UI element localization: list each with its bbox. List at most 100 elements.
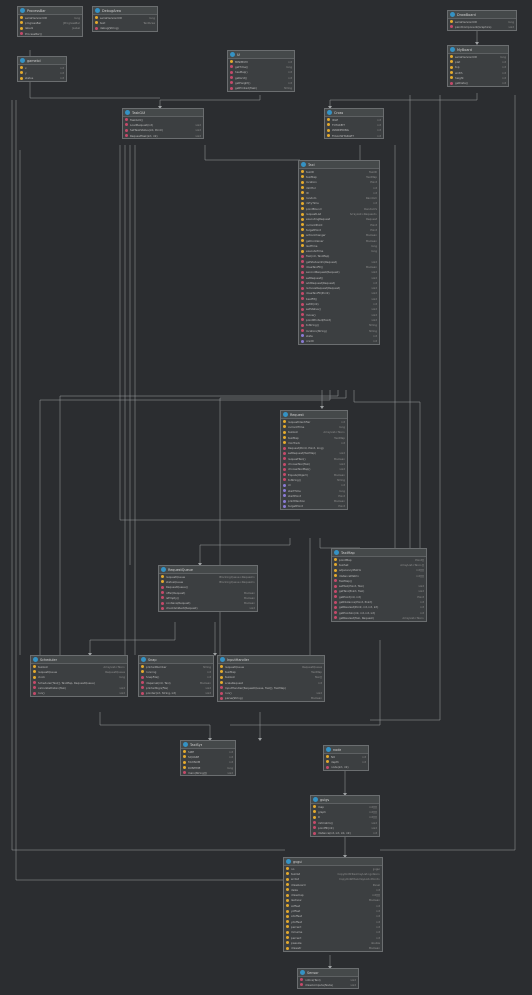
class-header[interactable]: RequestQueue xyxy=(159,566,257,574)
member-row[interactable]: requestQueue BlockingQueue<Request> xyxy=(159,574,257,579)
class-box-taximap[interactable]: TaxiMap pointMap Point[] taxiSet ArrayList<T… xyxy=(331,548,427,622)
member-row[interactable]: depth int xyxy=(324,759,368,764)
member-row[interactable]: requestQueue RequestQueue xyxy=(218,664,324,669)
member-row[interactable]: calculateDistan(Taxi) void xyxy=(31,685,127,690)
member-row[interactable]: doseTaxiFit(Point) void xyxy=(299,291,379,296)
class-header[interactable]: TaxiSys xyxy=(181,741,235,749)
member-row[interactable]: requestIdentifier int xyxy=(281,419,347,424)
member-row[interactable]: setID(int) int xyxy=(299,301,379,306)
class-header[interactable]: node xyxy=(324,746,368,754)
member-row[interactable]: bestFit() void xyxy=(299,296,379,301)
member-row[interactable]: plat int xyxy=(448,59,508,64)
class-box-requestqueue[interactable]: RequestQueue requestQueue BlockingQueue<Re… xyxy=(158,565,258,613)
member-row[interactable]: xdoffset int xyxy=(284,914,382,919)
member-row[interactable]: pointBound RandomS xyxy=(299,206,379,211)
class-box-taxi[interactable]: Taxi taxiID TaxiID taxiMap TaxiMap location Po… xyxy=(298,160,380,345)
member-row[interactable]: WANDERING int xyxy=(325,128,383,133)
member-row[interactable]: serialVersionUID long xyxy=(18,15,82,20)
member-row[interactable]: offer(Request) Boolean xyxy=(159,590,257,595)
class-box-processbar[interactable]: ProcessBar serialVersionUID long progressBa… xyxy=(17,6,83,38)
member-row[interactable]: percent int xyxy=(284,924,382,929)
member-row[interactable]: TAXINUM int xyxy=(181,760,235,765)
member-row[interactable]: executingRequest Request xyxy=(299,217,379,222)
member-row[interactable]: Dint[][] xyxy=(311,815,379,820)
class-box-ui[interactable]: UI MINIMUM int getTime() long hasMap() int getG… xyxy=(227,50,295,92)
class-header[interactable]: Sensor xyxy=(298,969,358,977)
member-row[interactable]: serialVersionUID long xyxy=(448,54,508,59)
member-row[interactable]: TaxiMap() xyxy=(332,578,426,583)
member-row[interactable]: InputHandler(RequestQueue, Taxi[], TaxiM… xyxy=(218,685,324,690)
member-row[interactable]: width int xyxy=(448,70,508,75)
class-box-cross[interactable]: Cross IDLE int TOTAKEIT int WANDERING int FOLLO… xyxy=(324,108,384,140)
member-row[interactable]: no gvgui xyxy=(284,866,382,871)
member-row[interactable]: pwssize double xyxy=(284,940,382,945)
member-row[interactable]: run() void xyxy=(31,690,127,695)
member-row[interactable]: NO int xyxy=(324,754,368,759)
class-header[interactable]: DebugArea xyxy=(93,7,157,15)
class-box-node[interactable]: node NO int depth int node(int, int) xyxy=(323,745,369,771)
class-header[interactable]: gvgui xyxy=(284,858,382,866)
member-row[interactable]: statusQueue BlockingQueue<Request> xyxy=(159,579,257,584)
member-row[interactable]: move() void xyxy=(299,312,379,317)
member-row[interactable]: ydoffset int xyxy=(284,919,382,924)
member-row[interactable]: pointMap Point[] xyxy=(332,557,426,562)
member-row[interactable]: checkIsInRect(Request) void xyxy=(159,606,257,611)
member-row[interactable]: MINIMUM int xyxy=(228,59,294,64)
member-row[interactable]: getPrinted(Task) String xyxy=(228,85,294,90)
member-row[interactable]: scaleRequest int xyxy=(218,680,324,685)
class-header[interactable]: Taxi xyxy=(299,161,379,169)
member-row[interactable]: percent int xyxy=(284,935,382,940)
member-row[interactable]: label1 JLabel xyxy=(18,26,82,31)
member-row[interactable]: height int xyxy=(448,75,508,80)
class-box-debugarea[interactable]: DebugArea serialVersionUID long text TextAre… xyxy=(92,6,158,32)
member-row[interactable]: location Point xyxy=(299,180,379,185)
member-row[interactable]: getContainer Boolean xyxy=(299,238,379,243)
class-box-taxisys[interactable]: TaxiSys SIZE int SQUARE int TAXINUM int RUNTIME… xyxy=(180,740,236,777)
member-row[interactable]: taxiSet ArrayList<Taxi>[] xyxy=(332,562,426,567)
member-row[interactable]: requestTaxi() Boolean xyxy=(281,456,347,461)
member-row[interactable]: srclist CopyOnWriteArrayList<Point> xyxy=(284,877,382,882)
member-row[interactable]: id int xyxy=(281,483,347,488)
member-row[interactable]: setRequest() void xyxy=(299,275,379,280)
member-row[interactable]: TOTAKEIT int xyxy=(325,122,383,127)
member-row[interactable]: pointPrinted(Point) void xyxy=(299,317,379,322)
member-row[interactable]: serialVersionUID long xyxy=(448,19,516,24)
member-row[interactable]: main(String[]) void xyxy=(181,770,235,775)
member-row[interactable]: SetTaskStatus(int, Point) void xyxy=(123,128,203,133)
member-row[interactable]: taxiID TaxiID xyxy=(299,169,379,174)
member-row[interactable]: drawstr Boolean xyxy=(284,945,382,950)
member-row[interactable]: currentTime long xyxy=(281,424,347,429)
member-row[interactable]: RequestTask(int, int) void xyxy=(123,133,203,138)
class-box-myboard[interactable]: MyBoard serialVersionUID long plat int top int… xyxy=(447,45,509,87)
member-row[interactable]: Equals(Object) Boolean xyxy=(281,472,347,477)
member-row[interactable]: secondRequest(Request) void xyxy=(299,270,379,275)
member-row[interactable]: RequestQueue() xyxy=(159,585,257,590)
member-row[interactable]: contains(Request) Boolean xyxy=(159,600,257,605)
member-row[interactable]: taxiList Taxi[] xyxy=(218,675,324,680)
member-row[interactable]: addRequest(Request) int xyxy=(299,280,379,285)
member-row[interactable]: x int xyxy=(18,65,66,70)
member-row[interactable]: currentPoint Point xyxy=(299,222,379,227)
member-row[interactable]: dimHor int xyxy=(299,185,379,190)
member-row[interactable]: taxiMap TaxiMap xyxy=(299,174,379,179)
member-row[interactable]: getStatusinfo(Request) void xyxy=(299,259,379,264)
member-row[interactable]: targetPoint Point xyxy=(281,504,347,509)
member-row[interactable]: toString() String xyxy=(299,323,379,328)
member-row[interactable]: taxiList ArrayList<Taxi> xyxy=(281,430,347,435)
member-row[interactable]: SIZE int xyxy=(181,749,235,754)
member-row[interactable]: top int xyxy=(448,65,508,70)
member-row[interactable]: serialVersionUID long xyxy=(93,15,157,20)
member-row[interactable]: doseTaxiFit() Boolean xyxy=(299,264,379,269)
member-row[interactable]: running int xyxy=(139,669,213,674)
member-row[interactable]: credit int xyxy=(299,339,379,344)
member-row[interactable]: distanceMatrix int[][] xyxy=(332,573,426,578)
member-row[interactable]: dsize int xyxy=(284,887,382,892)
class-box-gamelol[interactable]: gamelol x int y int status int xyxy=(17,56,67,82)
member-row[interactable]: TaskGUI() xyxy=(123,117,203,122)
class-box-scheduler[interactable]: Scheduler taxiList ArrayList<Taxi> requestQ… xyxy=(30,655,128,697)
member-row[interactable]: text TextArea xyxy=(93,20,157,25)
member-row[interactable]: getDistance(Point, Point) int xyxy=(332,599,426,604)
member-row[interactable]: drawmap int[][] xyxy=(284,892,382,897)
member-row[interactable]: ID int xyxy=(299,190,379,195)
member-row[interactable]: y int xyxy=(18,70,66,75)
